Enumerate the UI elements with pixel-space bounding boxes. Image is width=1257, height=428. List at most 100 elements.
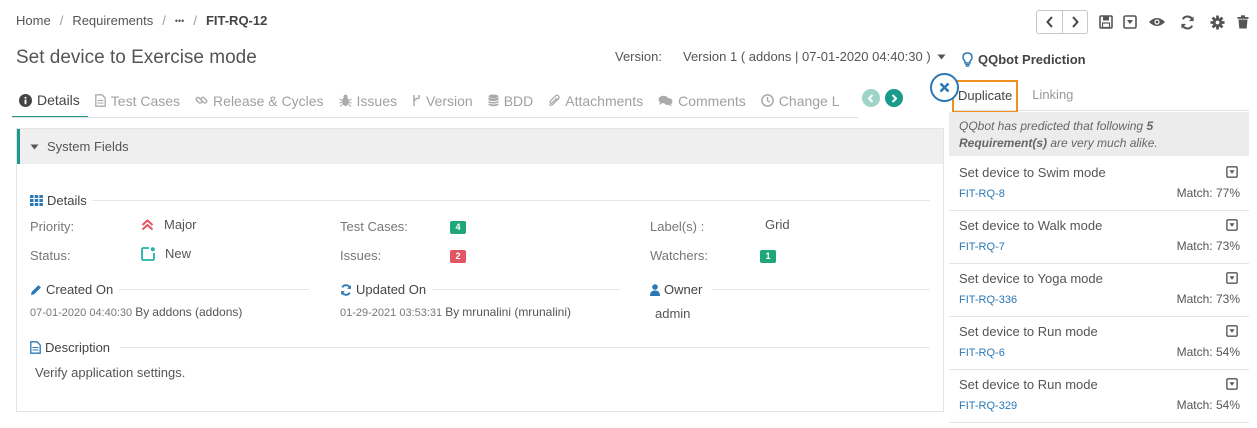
list-item: Set device to Swim mode FIT-RQ-8 Match: … xyxy=(949,158,1249,211)
tab-label: Release & Cycles xyxy=(213,92,324,109)
link-icon xyxy=(195,96,208,104)
page-title: Set device to Exercise mode xyxy=(16,47,257,68)
tab-label: BDD xyxy=(503,92,534,109)
next-button[interactable] xyxy=(1062,11,1087,33)
paperclip-icon xyxy=(549,94,560,106)
refresh-button[interactable] xyxy=(1172,10,1202,34)
caret-square-down-icon[interactable] xyxy=(1226,166,1238,178)
list-item: Set device to Walk mode FIT-RQ-7 Match: … xyxy=(949,211,1249,264)
details-section-title: Details xyxy=(30,193,87,208)
note-suffix: are very much alike. xyxy=(1047,136,1158,150)
caret-square-down-icon[interactable] xyxy=(1226,219,1238,231)
testcases-count-badge[interactable]: 4 xyxy=(450,218,466,234)
tab-issues[interactable]: Issues xyxy=(332,84,405,117)
created-divider xyxy=(119,289,309,290)
gear-icon xyxy=(1209,14,1225,30)
delete-button[interactable] xyxy=(1232,10,1254,34)
tab-comments[interactable]: Comments xyxy=(651,84,754,117)
prediction-list: Set device to Swim mode FIT-RQ-8 Match: … xyxy=(949,158,1249,423)
dropdown-menu-button[interactable] xyxy=(1118,10,1142,34)
testcases-label: Test Cases: xyxy=(340,219,408,234)
breadcrumb-separator: / xyxy=(193,13,197,28)
breadcrumb: Home / Requirements / ••• / FIT-RQ-12 xyxy=(16,13,267,28)
close-prediction-button[interactable] xyxy=(930,73,959,102)
issues-count: 2 xyxy=(450,250,466,263)
tab-change-log[interactable]: Change L xyxy=(754,84,848,117)
grid-icon xyxy=(30,195,43,206)
tab-label: Test Cases xyxy=(110,92,181,109)
eye-icon xyxy=(1149,18,1165,26)
updated-info: 01-29-2021 03:53:31 By mrunalini (mrunal… xyxy=(340,305,571,319)
tab-label: Issues xyxy=(356,92,398,109)
detail-tabs: Details Test Cases Release & Cycles Issu… xyxy=(12,84,858,118)
watch-button[interactable] xyxy=(1142,10,1172,34)
tab-version[interactable]: Version xyxy=(405,84,481,117)
qqbot-prediction-header: QQbot Prediction xyxy=(962,52,1086,67)
caret-square-down-icon xyxy=(1123,15,1137,29)
system-fields-header[interactable]: System Fields xyxy=(17,129,943,164)
breadcrumb-home[interactable]: Home xyxy=(16,13,51,28)
owner-title-text: Owner xyxy=(664,282,703,297)
prediction-title: Set device to Walk mode xyxy=(959,218,1103,233)
tab-test-cases[interactable]: Test Cases xyxy=(88,84,188,117)
prediction-title: Set device to Run mode xyxy=(959,324,1098,339)
updated-by-word: By xyxy=(445,305,460,319)
created-by: addons (addons) xyxy=(152,305,243,319)
issues-count-badge[interactable]: 2 xyxy=(450,247,466,263)
breadcrumb-requirements[interactable]: Requirements xyxy=(72,13,153,28)
tab-release-cycles[interactable]: Release & Cycles xyxy=(188,84,332,117)
caret-square-down-icon[interactable] xyxy=(1226,378,1238,390)
owner-divider xyxy=(712,289,930,290)
chevron-left-icon xyxy=(1045,16,1053,28)
labels-label: Label(s) : xyxy=(650,219,705,234)
tab-bdd[interactable]: BDD xyxy=(481,84,542,117)
breadcrumb-separator: / xyxy=(59,13,64,28)
status-value: New xyxy=(141,246,191,261)
tab-attachments[interactable]: Attachments xyxy=(541,84,651,117)
breadcrumb-ellipsis[interactable]: ••• xyxy=(175,16,184,26)
caret-square-down-icon[interactable] xyxy=(1226,272,1238,284)
created-info: 07-01-2020 04:40:30 By addons (addons) xyxy=(30,305,242,319)
prediction-title: Set device to Run mode xyxy=(959,377,1098,392)
tab-label: Attachments xyxy=(565,92,644,109)
caret-square-down-icon[interactable] xyxy=(1226,325,1238,337)
testcases-count: 4 xyxy=(450,221,466,234)
tab-linking[interactable]: Linking xyxy=(1028,82,1077,110)
caret-down-icon xyxy=(937,54,946,59)
prediction-match: Match: 54% xyxy=(1176,345,1240,359)
tab-duplicate[interactable]: Duplicate xyxy=(952,80,1019,113)
save-icon xyxy=(1099,15,1113,29)
tab-label: Details xyxy=(37,92,80,108)
status-label: Status: xyxy=(30,248,71,263)
previous-button[interactable] xyxy=(1037,11,1062,33)
version-select[interactable]: Version 1 ( addons | 07-01-2020 04:40:30… xyxy=(683,49,946,64)
prediction-title: Set device to Yoga mode xyxy=(959,271,1103,286)
clock-icon xyxy=(760,94,774,107)
record-navigation xyxy=(1036,10,1088,34)
document-icon xyxy=(30,341,41,354)
tab-label: Version xyxy=(426,92,473,109)
tabs-scroll-right-button[interactable] xyxy=(885,89,903,107)
version-value: Version 1 ( addons | 07-01-2020 04:40:30… xyxy=(683,49,931,64)
watchers-count-badge[interactable]: 1 xyxy=(760,247,776,263)
list-item: Set device to Yoga mode FIT-RQ-336 Match… xyxy=(949,264,1249,317)
tab-details[interactable]: Details xyxy=(12,84,88,117)
details-title: Details xyxy=(47,193,87,208)
version-label: Version: xyxy=(615,49,662,64)
tabs-scroll-left-button[interactable] xyxy=(862,89,880,107)
settings-button[interactable] xyxy=(1202,10,1232,34)
labels-value: Grid xyxy=(765,217,790,232)
description-title: Description xyxy=(30,340,110,355)
prediction-match: Match: 73% xyxy=(1176,292,1240,306)
trash-icon xyxy=(1237,15,1249,29)
comments-icon xyxy=(658,95,673,106)
user-icon xyxy=(650,283,660,296)
close-icon xyxy=(939,82,950,93)
breadcrumb-current: FIT-RQ-12 xyxy=(205,13,268,28)
document-icon xyxy=(94,94,106,107)
updated-title-text: Updated On xyxy=(356,282,427,297)
chevron-right-icon xyxy=(1072,16,1079,28)
save-button[interactable] xyxy=(1094,10,1118,34)
owner-title: Owner xyxy=(650,282,702,297)
database-icon xyxy=(488,94,499,107)
